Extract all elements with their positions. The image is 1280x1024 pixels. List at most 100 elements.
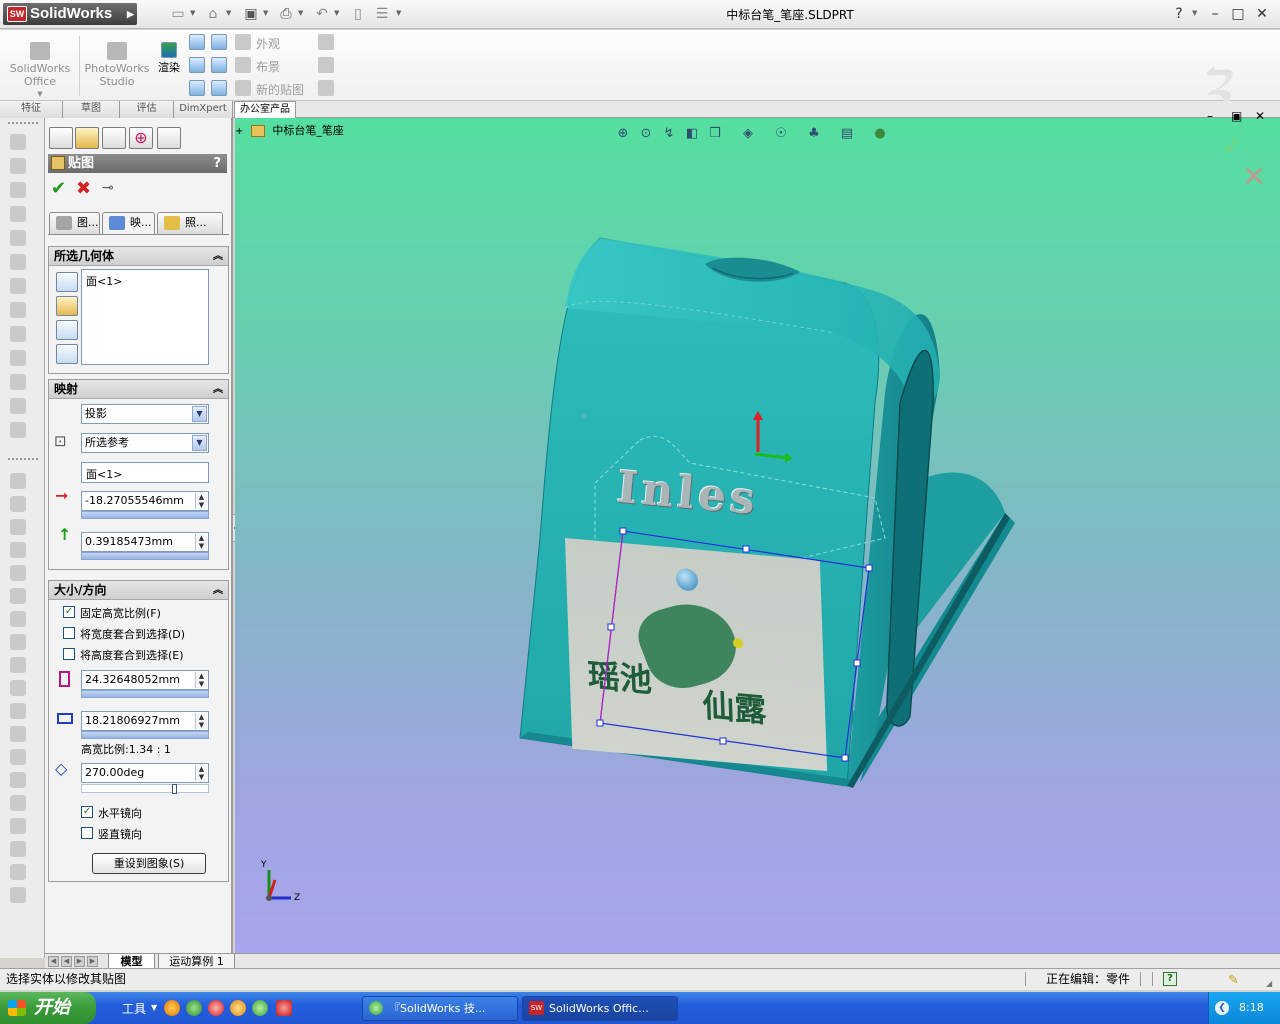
solidworks-menu-button[interactable]: SW SolidWorks ▶ xyxy=(3,3,137,25)
vertical-position-slider[interactable] xyxy=(81,552,209,560)
pushpin-icon[interactable]: ⊸ xyxy=(102,180,114,196)
selected-face-item[interactable]: 面<1> xyxy=(86,273,204,289)
next-tab-icon[interactable]: ▶ xyxy=(74,956,85,967)
select-faces-icon[interactable] xyxy=(56,272,78,292)
select-part-icon[interactable] xyxy=(56,296,78,316)
resize-grip-icon[interactable]: ◢ xyxy=(1266,974,1272,994)
fit-width-label[interactable]: 将宽度套合到选择(D) xyxy=(80,626,185,642)
height-slider[interactable] xyxy=(81,731,209,739)
render-region-icon[interactable] xyxy=(189,57,205,73)
spline-icon[interactable] xyxy=(10,864,26,880)
chamfer-icon[interactable] xyxy=(10,657,26,673)
extrude-icon[interactable] xyxy=(10,542,26,558)
render-button[interactable]: 渲染 xyxy=(154,42,184,75)
rotation-slider[interactable] xyxy=(81,784,209,794)
rotation-input[interactable]: 270.00deg ▲ ▼ xyxy=(81,763,209,783)
size-orientation-header[interactable]: 大小/方向 ︽ xyxy=(49,581,228,600)
reset-to-image-button[interactable]: 重设到图象(S) xyxy=(92,853,206,874)
revolve-icon[interactable] xyxy=(10,565,26,581)
new-decal-icon[interactable] xyxy=(235,80,251,96)
helix-icon[interactable] xyxy=(10,887,26,903)
new-dropdown-icon[interactable]: ▼ xyxy=(190,9,198,19)
vertical-position-input[interactable]: 0.39185473mm ▲ ▼ xyxy=(81,532,209,552)
collapse-icon[interactable]: ︽ xyxy=(213,581,223,600)
shell-icon[interactable] xyxy=(10,680,26,696)
select-features-icon[interactable] xyxy=(56,320,78,340)
quicklaunch-opera-icon[interactable] xyxy=(208,1000,224,1016)
chevron-down-icon[interactable]: ▼ xyxy=(192,435,207,451)
tab-features[interactable]: 特征 xyxy=(0,101,63,118)
fixed-ratio-label[interactable]: 固定高宽比例(F) xyxy=(80,605,161,621)
options-dropdown-icon[interactable]: ▼ xyxy=(396,9,404,19)
render-window-icon[interactable] xyxy=(211,57,227,73)
tab-evaluate[interactable]: 评估 xyxy=(120,101,174,118)
help-icon[interactable]: ? xyxy=(1170,5,1188,23)
tab-motion-study[interactable]: 运动算例 1 xyxy=(158,954,235,969)
first-tab-icon[interactable]: ◀ xyxy=(48,956,59,967)
collapse-icon[interactable]: ︽ xyxy=(213,247,223,266)
print-dropdown-icon[interactable]: ▼ xyxy=(298,9,306,19)
new-decal-label[interactable]: 新的贴图 xyxy=(256,81,304,98)
selected-geometry-header[interactable]: 所选几何体 ︽ xyxy=(49,247,228,266)
check-icon[interactable] xyxy=(10,230,26,246)
tab-office-products[interactable]: 办公室产品 xyxy=(234,101,296,118)
layers-icon[interactable] xyxy=(10,422,26,438)
clock[interactable]: 8:18 xyxy=(1239,1001,1264,1014)
loft-icon[interactable] xyxy=(10,611,26,627)
clipboard-icon[interactable] xyxy=(318,80,334,96)
tab-mapping[interactable]: 映... xyxy=(102,212,155,235)
quicklaunch-qq-icon[interactable] xyxy=(230,1000,246,1016)
flex-icon[interactable] xyxy=(10,795,26,811)
mirror-vertical-label[interactable]: 竖直镜向 xyxy=(98,826,142,842)
mirror-vertical-checkbox[interactable] xyxy=(81,827,93,839)
analysis-icon[interactable] xyxy=(10,350,26,366)
hole-icon[interactable] xyxy=(10,206,26,222)
print-icon[interactable]: ⎙ xyxy=(278,6,294,22)
line-icon[interactable] xyxy=(10,473,26,489)
help-status-icon[interactable]: ? xyxy=(1163,972,1177,986)
configuration-tab-icon[interactable] xyxy=(102,127,126,149)
pattern-icon[interactable] xyxy=(10,726,26,742)
reference-face-box[interactable]: 面<1> xyxy=(81,462,209,483)
property-manager-tab-icon[interactable] xyxy=(75,127,99,149)
appearance-icon[interactable] xyxy=(235,34,251,50)
spelling-icon[interactable] xyxy=(10,134,26,150)
paste-appearance-icon[interactable] xyxy=(318,57,334,73)
verify-icon[interactable] xyxy=(10,398,26,414)
render-to-file-icon[interactable] xyxy=(189,80,205,96)
fixed-ratio-checkbox[interactable]: ✓ xyxy=(63,606,75,618)
pm-help-icon[interactable]: ? xyxy=(213,154,221,173)
display-tab-icon[interactable] xyxy=(157,127,181,149)
undo-icon[interactable]: ↶ xyxy=(314,6,330,22)
spin-icon[interactable]: ▲ ▼ xyxy=(195,672,207,688)
dome-icon[interactable] xyxy=(10,772,26,788)
spin-icon[interactable]: ▲ ▼ xyxy=(195,493,207,509)
photoworks-studio-button[interactable]: PhotoWorks Studio xyxy=(84,42,150,88)
rib-icon[interactable] xyxy=(10,703,26,719)
horizontal-position-input[interactable]: -18.27055546mm ▲ ▼ xyxy=(81,491,209,511)
tools-dropdown-icon[interactable]: ▼ xyxy=(151,1003,157,1012)
width-input[interactable]: 24.32648052mm ▲ ▼ xyxy=(81,670,209,690)
last-tab-icon[interactable]: ▶ xyxy=(87,956,98,967)
quicklaunch-network-icon[interactable] xyxy=(186,1000,202,1016)
horizontal-position-slider[interactable] xyxy=(81,511,209,519)
options-icon[interactable]: ☰ xyxy=(374,6,390,22)
graphics-viewport[interactable]: + 中标台笔_笔座 ⊕ ⊙ ↯ ◧ ❒ ◈ ☉ ♣ ▤ ● – ▣ ✕ ✓ ✕ xyxy=(235,109,1280,953)
quicklaunch-ie-icon[interactable] xyxy=(252,1000,268,1016)
open-dropdown-icon[interactable]: ▼ xyxy=(226,9,234,19)
solidworks-office-button[interactable]: SolidWorks Office ▼ xyxy=(8,42,72,101)
save-icon[interactable]: ▣ xyxy=(243,6,259,22)
reference-select[interactable]: 所选参考 ▼ xyxy=(81,433,209,453)
width-slider[interactable] xyxy=(81,690,209,698)
maximize-icon[interactable]: □ xyxy=(1229,5,1247,23)
chevron-down-icon[interactable]: ▼ xyxy=(192,406,207,422)
tab-dimxpert[interactable]: DimXpert xyxy=(174,101,233,118)
height-input[interactable]: 18.21806927mm ▲ ▼ xyxy=(81,711,209,731)
start-button[interactable]: 开始 xyxy=(0,992,96,1024)
mapping-type-select[interactable]: 投影 ▼ xyxy=(81,404,209,424)
dimxpert-tab-icon[interactable]: ⊕ xyxy=(129,127,153,149)
select-icon[interactable]: ▯ xyxy=(350,6,366,22)
prev-tab-icon[interactable]: ◀ xyxy=(61,956,72,967)
annotation-icon[interactable] xyxy=(10,158,26,174)
tab-model[interactable]: 模型 xyxy=(108,954,155,969)
